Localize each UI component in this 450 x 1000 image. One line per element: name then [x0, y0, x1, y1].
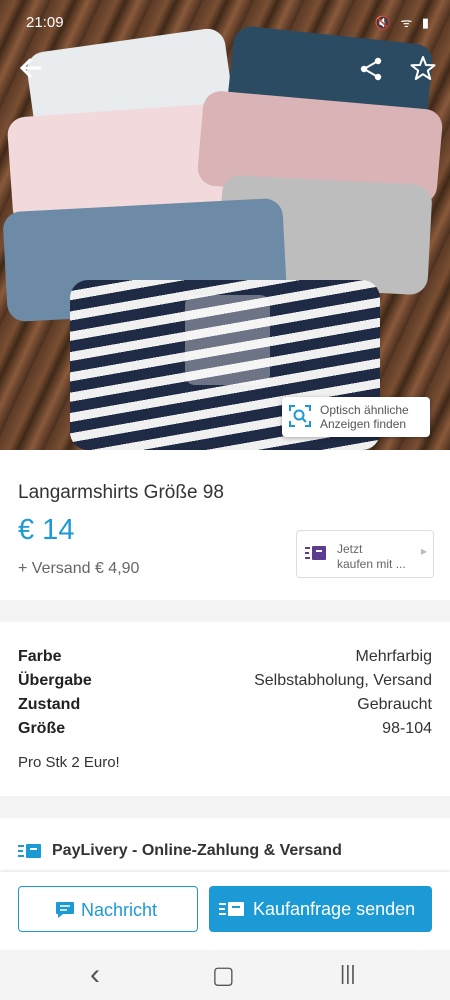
buy-now-label: Jetzt kaufen mit ... — [337, 542, 406, 571]
paylivery-icon — [305, 545, 327, 561]
status-bar: 21:09 🔇 ᯤ ▮ — [0, 0, 450, 44]
action-bar: Nachricht Kaufanfrage senden — [0, 872, 450, 950]
attribute-row: Zustand Gebraucht — [18, 696, 432, 713]
visual-search-icon — [289, 405, 311, 427]
listing-description: Pro Stk 2 Euro! — [18, 754, 120, 771]
buy-request-button[interactable]: Kaufanfrage senden — [209, 886, 432, 932]
paylivery-info[interactable]: PayLivery - Online-Zahlung & Versand — [0, 818, 450, 878]
listing-details: Langarmshirts Größe 98 € 14 + Versand € … — [0, 450, 450, 600]
nav-recents-icon[interactable]: ||| — [340, 963, 356, 986]
attribute-row: Übergabe Selbstabholung, Versand — [18, 672, 432, 689]
chat-icon — [55, 901, 75, 919]
status-time: 21:09 — [26, 14, 64, 31]
paylivery-icon — [219, 901, 245, 917]
buy-now-button[interactable]: Jetzt kaufen mit ... ▸ — [296, 530, 434, 578]
message-button-label: Nachricht — [81, 900, 158, 920]
share-icon[interactable] — [358, 56, 384, 87]
attribute-row: Größe 98-104 — [18, 720, 432, 737]
status-icons: 🔇 ᯤ ▮ — [374, 15, 432, 30]
chevron-right-icon: ▸ — [420, 544, 427, 558]
listing-title: Langarmshirts Größe 98 — [18, 482, 224, 503]
listing-photo[interactable]: 21:09 🔇 ᯤ ▮ Optisch ähnliche Anzeigen fi… — [0, 0, 450, 450]
listing-price: € 14 — [18, 514, 75, 546]
system-nav-bar: ‹ ▢ ||| — [0, 950, 450, 1000]
star-icon[interactable] — [410, 55, 436, 86]
back-arrow-icon[interactable] — [18, 55, 44, 86]
paylivery-label: PayLivery - Online-Zahlung & Versand — [52, 842, 342, 859]
visual-search-label: Optisch ähnliche Anzeigen finden — [320, 403, 409, 431]
buy-request-label: Kaufanfrage senden — [253, 899, 416, 919]
attribute-row: Farbe Mehrfarbig — [18, 648, 432, 665]
shipping-cost: + Versand € 4,90 — [18, 560, 140, 577]
attributes-section: Farbe Mehrfarbig Übergabe Selbstabholung… — [0, 622, 450, 796]
nav-back-icon[interactable]: ‹ — [90, 958, 100, 992]
visual-search-button[interactable]: Optisch ähnliche Anzeigen finden — [282, 397, 430, 437]
message-button[interactable]: Nachricht — [18, 886, 198, 932]
nav-home-icon[interactable]: ▢ — [212, 961, 235, 990]
paylivery-icon — [18, 843, 42, 859]
